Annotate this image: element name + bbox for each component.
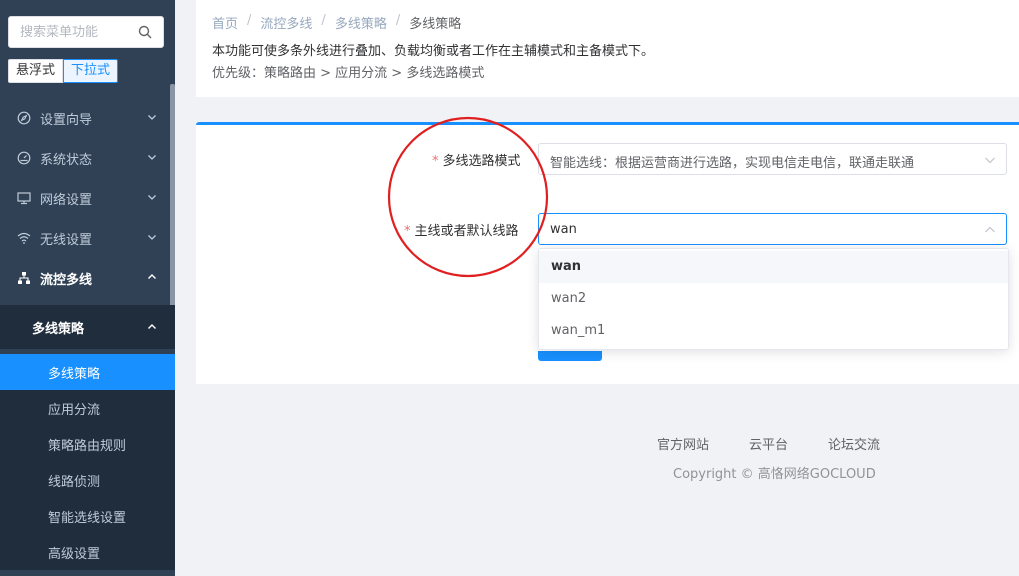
footer-link-official-site[interactable]: 官方网站 bbox=[657, 434, 709, 453]
mode-label-text: 多线选路模式 bbox=[442, 154, 521, 169]
menu-item-network-settings[interactable]: 网络设置 bbox=[0, 178, 175, 218]
sidebar-item-line-detection[interactable]: 线路侦测 bbox=[0, 462, 175, 498]
dropdown-option-wan-m1[interactable]: wan_m1 bbox=[539, 315, 1008, 347]
dashboard-icon bbox=[17, 151, 31, 165]
breadcrumb-multiline-policy[interactable]: 多线策略 bbox=[335, 13, 387, 32]
menu-item-label: 流控多线 bbox=[40, 272, 93, 288]
breadcrumb-separator: / bbox=[395, 13, 401, 28]
chevron-down-icon bbox=[148, 195, 156, 200]
footer-link-forum[interactable]: 论坛交流 bbox=[828, 434, 880, 453]
mode-float-button[interactable]: 悬浮式 bbox=[8, 59, 64, 83]
sidebar-item-smart-line-settings[interactable]: 智能选线设置 bbox=[0, 498, 175, 534]
search-icon[interactable] bbox=[138, 25, 152, 39]
required-mark: * bbox=[404, 224, 411, 239]
menu-search[interactable] bbox=[8, 16, 164, 48]
menu-item-wireless-settings[interactable]: 无线设置 bbox=[0, 218, 175, 258]
required-mark: * bbox=[432, 154, 439, 169]
save-button[interactable] bbox=[538, 351, 602, 361]
dropdown-option-wan2[interactable]: wan2 bbox=[539, 283, 1008, 315]
default-line-select[interactable]: wan bbox=[538, 213, 1007, 245]
dropdown-option-wan[interactable]: wan bbox=[539, 251, 1008, 283]
monitor-icon bbox=[17, 192, 31, 205]
sidebar-item-advanced-settings[interactable]: 高级设置 bbox=[0, 534, 175, 570]
menu-item-label: 设置向导 bbox=[40, 112, 93, 128]
sidebar: 悬浮式 下拉式 设置向导 系统状态 网络设置 bbox=[0, 0, 175, 576]
breadcrumb-separator: / bbox=[321, 13, 326, 28]
sidebar-item-multiline-policy[interactable]: 多线策略 bbox=[0, 354, 175, 390]
mode-dropdown-button[interactable]: 下拉式 bbox=[63, 59, 119, 83]
submenu-label: 多线策略 bbox=[32, 321, 85, 337]
chevron-up-icon bbox=[148, 324, 156, 329]
menu-mode-toggle: 悬浮式 下拉式 bbox=[8, 59, 119, 83]
footer-link-cloud-platform[interactable]: 云平台 bbox=[749, 434, 788, 453]
breadcrumb-separator: / bbox=[247, 13, 252, 28]
page-header: 首页 / 流控多线 / 多线策略 / 多线策略 本功能可使多条外线进行叠加、负载… bbox=[196, 0, 1019, 97]
sidebar-item-policy-routing-rules[interactable]: 策略路由规则 bbox=[0, 426, 175, 462]
chevron-down-icon bbox=[148, 115, 156, 120]
menu-item-flow-control[interactable]: 流控多线 bbox=[0, 258, 175, 298]
default-line-value: wan bbox=[550, 222, 577, 237]
copyright: Copyright © 高恪网络GOCLOUD bbox=[673, 467, 876, 482]
priority-note: 优先级：策略路由 > 应用分流 > 多线选路模式 bbox=[212, 66, 485, 81]
wifi-icon bbox=[17, 232, 31, 244]
chevron-down-icon bbox=[985, 157, 995, 164]
menu-search-input[interactable] bbox=[9, 17, 129, 47]
submenu-multiline-policy[interactable]: 多线策略 bbox=[0, 305, 175, 349]
chevron-up-icon bbox=[148, 274, 156, 279]
chevron-down-icon bbox=[148, 235, 156, 240]
chevron-up-icon bbox=[985, 226, 995, 233]
breadcrumb: 首页 / 流控多线 / 多线策略 / 多线策略 bbox=[212, 13, 461, 32]
network-icon bbox=[18, 272, 30, 284]
menu-item-system-status[interactable]: 系统状态 bbox=[0, 138, 175, 178]
breadcrumb-current: 多线策略 bbox=[409, 17, 462, 32]
line-label-text: 主线或者默认线路 bbox=[414, 224, 519, 239]
compass-icon bbox=[17, 111, 31, 125]
chevron-down-icon bbox=[148, 155, 156, 160]
line-label: * 主线或者默认线路 bbox=[404, 220, 519, 239]
mode-select[interactable]: 智能选线：根据运营商进行选路，实现电信走电信，联通走联通 bbox=[538, 143, 1007, 175]
menu-item-label: 网络设置 bbox=[40, 192, 93, 208]
breadcrumb-flow-control[interactable]: 流控多线 bbox=[260, 13, 312, 32]
menu-item-setup-wizard[interactable]: 设置向导 bbox=[0, 98, 175, 138]
mode-label: * 多线选路模式 bbox=[432, 150, 521, 169]
breadcrumb-home[interactable]: 首页 bbox=[212, 13, 238, 32]
footer-links: 官方网站 云平台 论坛交流 bbox=[657, 434, 920, 453]
mode-select-value: 智能选线：根据运营商进行选路，实现电信走电信，联通走联通 bbox=[550, 156, 915, 171]
default-line-dropdown: wan wan2 wan_m1 bbox=[538, 248, 1009, 350]
menu-item-label: 无线设置 bbox=[40, 232, 93, 248]
sidebar-item-app-split[interactable]: 应用分流 bbox=[0, 390, 175, 426]
menu-item-label: 系统状态 bbox=[40, 152, 93, 168]
page-description: 本功能可使多条外线进行叠加、负载均衡或者工作在主辅模式和主备模式下。 bbox=[212, 44, 655, 59]
